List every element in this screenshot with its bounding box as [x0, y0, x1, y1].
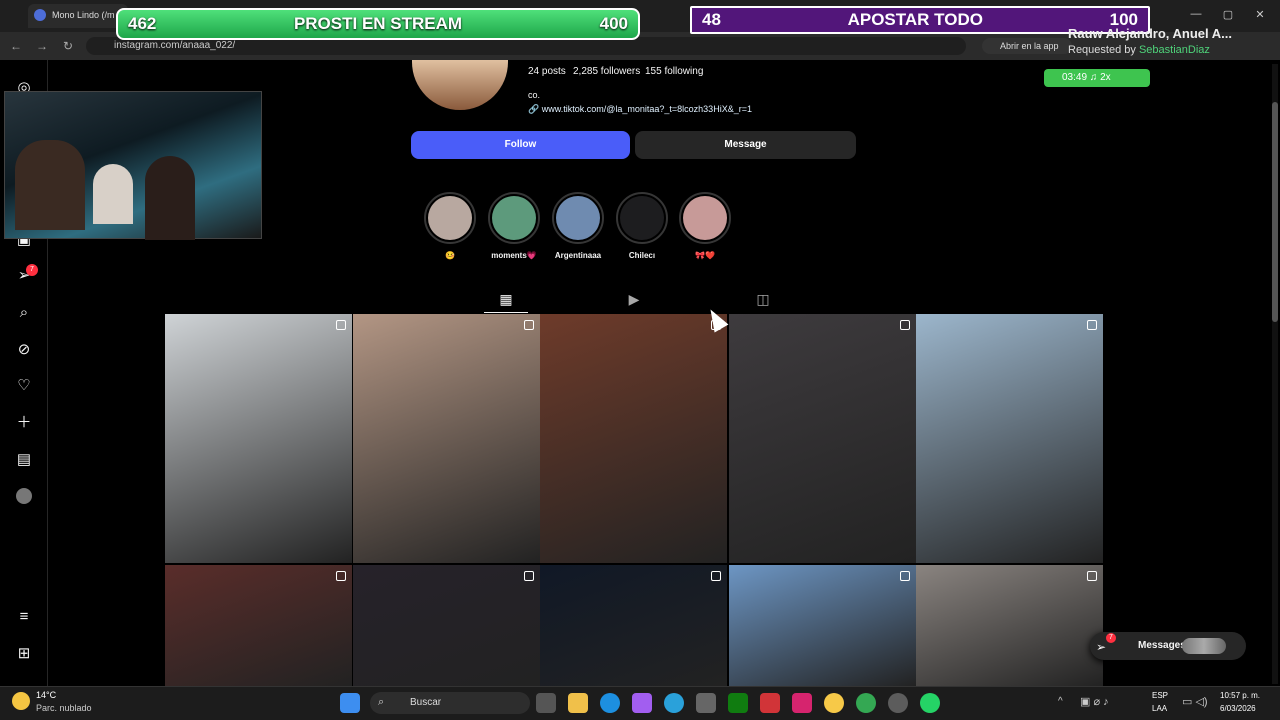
network-volume-icon[interactable]: ▭ ◁) — [1182, 695, 1208, 708]
goal-bar-prosti: 462 PROSTI EN STREAM 400 — [116, 8, 640, 40]
steam-icon[interactable] — [888, 693, 908, 713]
pinned-icon — [336, 320, 346, 330]
taskbar-search-icon: ⌕ — [378, 696, 385, 708]
forward-icon[interactable]: → — [34, 38, 50, 54]
post-thumbnail[interactable] — [165, 565, 352, 686]
avatar[interactable] — [16, 488, 32, 504]
post-thumbnail[interactable] — [729, 565, 916, 686]
clock-time[interactable]: 10:57 p. m. — [1220, 691, 1260, 700]
message-avatars — [1182, 638, 1226, 654]
song-timer: 03:49 ♫ 2x — [1044, 69, 1150, 87]
carousel-icon — [336, 571, 346, 581]
carousel-icon — [1087, 571, 1097, 581]
highlight-3[interactable] — [616, 192, 668, 244]
office-icon[interactable] — [760, 693, 780, 713]
highlight-cover — [428, 196, 472, 240]
xbox-icon[interactable] — [728, 693, 748, 713]
highlight-cover — [556, 196, 600, 240]
carousel-icon — [524, 320, 534, 330]
start-icon[interactable] — [340, 693, 360, 713]
highlight-cover — [683, 196, 727, 240]
highlight-cover — [492, 196, 536, 240]
tagged-tab-icon[interactable]: ◫ — [754, 290, 772, 308]
lang-code[interactable]: ESP — [1152, 691, 1168, 700]
reels-tab-icon[interactable]: ▶ — [625, 290, 643, 308]
post-thumbnail[interactable] — [353, 565, 540, 686]
dashboard-icon[interactable]: ▤ — [14, 450, 34, 470]
tab-title: Mono Lindo (/m — [52, 10, 115, 20]
minimize-icon[interactable]: — — [1186, 8, 1206, 20]
song-title: Rauw Alejandro, Anuel A... — [1068, 26, 1232, 41]
carousel-icon — [900, 571, 910, 581]
song-requested: Requested by SebastianDiaz — [1068, 44, 1210, 56]
back-icon[interactable]: ← — [8, 38, 24, 54]
highlight-4[interactable] — [679, 192, 731, 244]
highlight-1[interactable] — [488, 192, 540, 244]
weather-icon[interactable] — [12, 692, 30, 710]
reload-icon[interactable]: ↻ — [60, 38, 76, 54]
post-thumbnail[interactable] — [540, 565, 727, 686]
post-thumbnail[interactable] — [353, 314, 540, 563]
post-thumbnail[interactable] — [729, 314, 916, 563]
whatsapp-icon[interactable] — [920, 693, 940, 713]
post-thumbnail[interactable] — [916, 314, 1103, 563]
copilot-icon[interactable] — [632, 693, 652, 713]
carousel-icon — [524, 571, 534, 581]
tab-favicon-icon — [34, 9, 46, 21]
maximize-icon[interactable]: ▢ — [1218, 8, 1238, 21]
search-icon[interactable]: ⌕ — [14, 303, 34, 323]
posts-grid-icon[interactable]: ▦ — [497, 290, 515, 308]
highlight-cover — [620, 196, 664, 240]
tray-icons[interactable]: ▣ ⌀ ♪ — [1080, 695, 1109, 708]
following-count[interactable]: 155 following — [645, 66, 703, 77]
scrollbar-thumb[interactable] — [1272, 102, 1278, 322]
clock-date[interactable]: 6/03/2026 — [1220, 704, 1256, 713]
taskview-icon[interactable] — [536, 693, 556, 713]
chrome-icon[interactable] — [824, 693, 844, 713]
edge-icon[interactable] — [600, 693, 620, 713]
instagram-app-icon[interactable] — [792, 693, 812, 713]
highlight-2[interactable] — [552, 192, 604, 244]
telegram-icon[interactable] — [664, 693, 684, 713]
highlight-label: 🎀❤️ — [695, 251, 715, 260]
close-icon[interactable]: ✕ — [1250, 8, 1270, 21]
explorer-icon[interactable] — [568, 693, 588, 713]
open-app-button[interactable]: Abrir en la app — [982, 38, 1072, 54]
browser-icon[interactable] — [856, 693, 876, 713]
plus-icon[interactable]: ＋ — [14, 413, 34, 433]
post-thumbnail[interactable] — [540, 314, 727, 563]
post-thumbnail[interactable] — [916, 565, 1103, 686]
highlight-0[interactable] — [424, 192, 476, 244]
carousel-icon — [711, 571, 721, 581]
weather-desc: Parc. nublado — [36, 703, 92, 713]
active-tab-indicator — [484, 312, 528, 313]
lang-layout[interactable]: LAA — [1152, 704, 1167, 713]
webcam-overlay — [4, 91, 262, 240]
weather-temp: 14°C — [36, 690, 57, 700]
more-icon[interactable]: ⊞ — [14, 644, 34, 664]
messages-badge: 7 — [1106, 633, 1116, 643]
post-thumbnail[interactable] — [165, 314, 352, 563]
posts-count: 24 posts — [528, 66, 566, 77]
send-icon: ➢ — [1096, 640, 1107, 654]
profile-link[interactable]: 🔗 www.tiktok.com/@la_monitaa?_t=8lcozh33… — [528, 104, 752, 115]
followers-count[interactable]: 2,285 followers — [573, 66, 640, 77]
message-button[interactable]: Message — [635, 131, 856, 159]
sidebar-badge: 7 — [26, 264, 38, 276]
bio-text: co. — [528, 90, 541, 100]
compass-icon[interactable]: ⊘ — [14, 340, 34, 360]
link-icon: 🔗 — [528, 104, 542, 114]
follow-button[interactable]: Follow — [411, 131, 630, 159]
tray-chevron-icon[interactable]: ^ — [1058, 696, 1063, 707]
carousel-icon — [900, 320, 910, 330]
taskbar-search[interactable]: Buscar — [370, 692, 530, 714]
menu-icon[interactable]: ≡ — [14, 607, 34, 627]
heart-icon[interactable]: ♡ — [14, 376, 34, 396]
carousel-icon — [1087, 320, 1097, 330]
store-icon[interactable] — [696, 693, 716, 713]
